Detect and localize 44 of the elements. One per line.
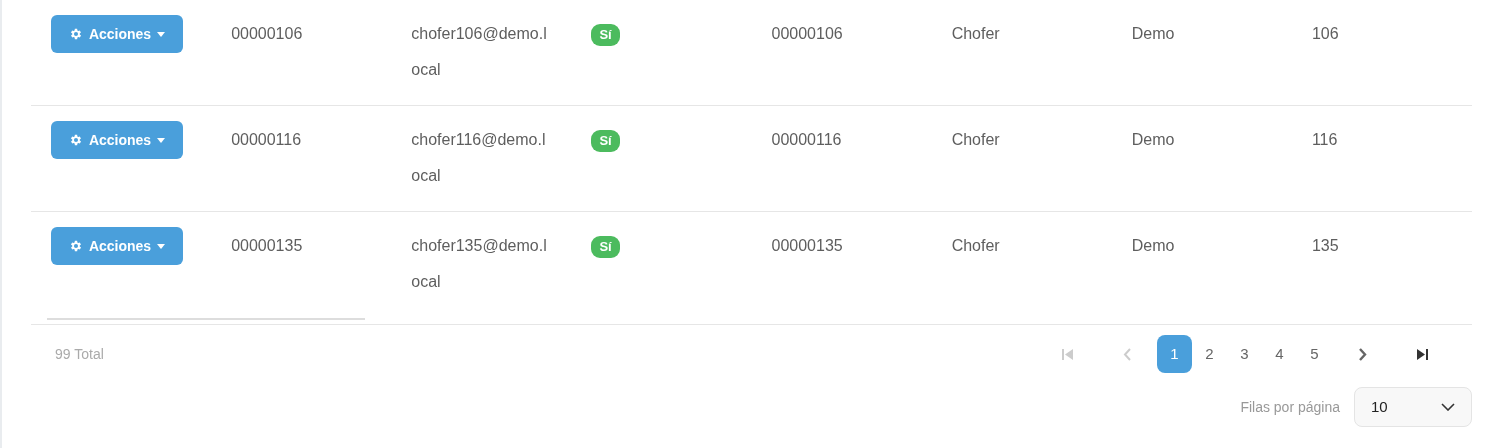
- table-cell: 106: [1311, 25, 1339, 42]
- status-badge: Sí: [591, 235, 620, 258]
- total-count: 99 Total: [55, 344, 104, 364]
- table-cell: 116: [1311, 131, 1338, 148]
- table-cell: 00000135: [771, 237, 843, 254]
- table-cell: 00000106: [771, 25, 843, 42]
- actions-button[interactable]: Acciones: [51, 227, 183, 265]
- table-cell-text: chofer116@demo.local: [411, 130, 547, 186]
- chevron-right-icon: [1357, 347, 1367, 361]
- status-badge: Sí: [591, 23, 620, 46]
- actions-button[interactable]: Acciones: [51, 15, 183, 53]
- table-cell: 00000135: [231, 237, 303, 254]
- table-cell: 00000106: [231, 25, 303, 42]
- caret-icon: [157, 243, 166, 249]
- page-button[interactable]: 1: [1157, 335, 1192, 373]
- table-cell: Demo: [1131, 131, 1175, 148]
- table-cell: 00000116: [771, 131, 842, 148]
- page-button[interactable]: 5: [1297, 335, 1332, 373]
- page-button[interactable]: 3: [1227, 335, 1262, 373]
- page-button[interactable]: 4: [1262, 335, 1297, 373]
- gear-icon: [68, 133, 83, 147]
- first-page-icon: [1060, 347, 1074, 361]
- rows-per-page-select[interactable]: 10: [1354, 387, 1472, 427]
- scrollbar[interactable]: [47, 318, 365, 320]
- caret-icon: [157, 31, 166, 37]
- gear-icon: [68, 27, 83, 41]
- table-cell: Demo: [1131, 25, 1175, 42]
- page-button[interactable]: 2: [1192, 335, 1227, 373]
- table-cell: Chofer: [951, 25, 1000, 42]
- table-cell: 135: [1311, 237, 1339, 254]
- table-cell: Chofer: [951, 237, 1000, 254]
- chevron-left-icon: [1122, 347, 1132, 361]
- gear-icon: [68, 239, 83, 253]
- status-badge: Sí: [591, 129, 620, 152]
- table-cell-text: chofer135@demo.local: [411, 236, 548, 292]
- table-cell-text: chofer106@demo.local: [411, 24, 548, 80]
- table-cell: Chofer: [951, 131, 1000, 148]
- table-cell: Demo: [1131, 237, 1175, 254]
- chevron-down-icon: [1441, 403, 1455, 411]
- caret-icon: [157, 137, 166, 143]
- last-page-icon: [1415, 347, 1429, 361]
- table-cell: 00000116: [231, 131, 302, 148]
- rows-per-page-label: Filas por página: [1240, 397, 1340, 417]
- actions-button[interactable]: Acciones: [51, 121, 183, 159]
